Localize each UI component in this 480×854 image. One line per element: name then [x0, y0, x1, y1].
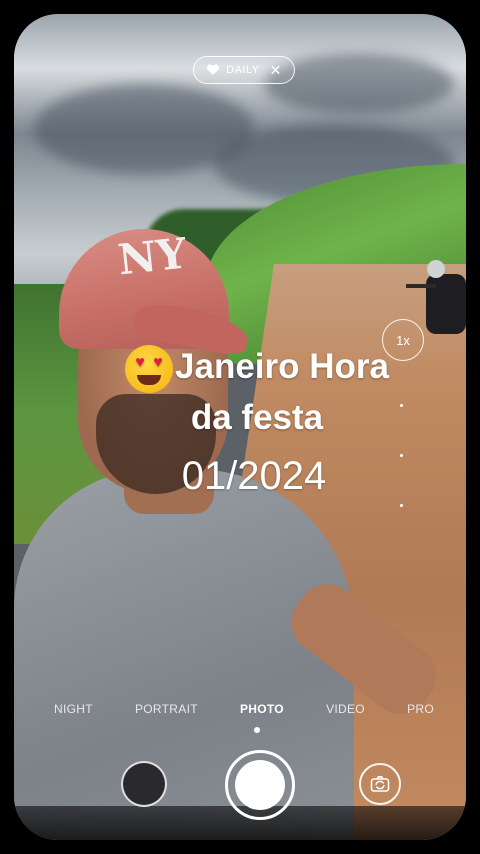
mode-night[interactable]: NIGHT [54, 702, 93, 722]
gallery-thumbnail[interactable] [121, 761, 167, 807]
cap-logo: NY [115, 228, 189, 285]
shutter-inner [235, 760, 285, 810]
title-line-2: da festa [190, 397, 324, 437]
camera-flip-button[interactable] [359, 763, 401, 805]
daily-label: DAILY [226, 64, 260, 76]
heart-eyes-emoji-icon: ♥ ♥ [125, 344, 174, 393]
mode-photo[interactable]: PHOTO [240, 702, 284, 722]
zoom-tick [400, 454, 403, 457]
camera-viewfinder[interactable]: NY DAILY ✕ 1x ♥ ♥ Janeiro Hora da festa … [14, 14, 466, 840]
close-icon[interactable]: ✕ [270, 62, 282, 79]
mode-video[interactable]: VIDEO [326, 702, 365, 722]
heart-icon [207, 64, 220, 75]
overlay-title: ♥ ♥ Janeiro Hora da festa [72, 342, 442, 443]
camera-flip-icon [370, 776, 390, 792]
active-mode-indicator [254, 727, 260, 733]
mode-portrait[interactable]: PORTRAIT [135, 702, 198, 722]
daily-badge[interactable]: DAILY ✕ [193, 56, 295, 84]
zoom-tick [400, 504, 403, 507]
mode-pro[interactable]: PRO [407, 702, 434, 722]
person-shirt [14, 469, 354, 840]
title-line-1: Janeiro Hora [175, 347, 389, 386]
shutter-button[interactable] [225, 750, 295, 820]
camera-mode-selector[interactable]: NIGHT PORTRAIT PHOTO VIDEO PRO [54, 702, 434, 722]
overlay-date: 01/2024 [181, 454, 327, 498]
